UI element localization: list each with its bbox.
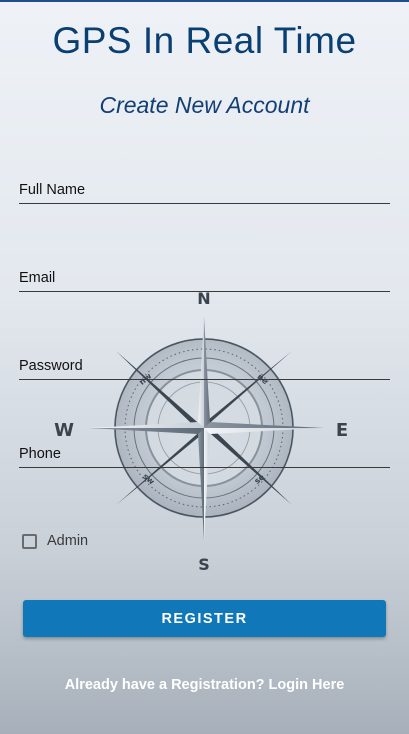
password-label: Password [19,358,83,374]
phone-field[interactable]: Phone [19,446,390,468]
admin-checkbox[interactable] [22,533,37,549]
compass-e: E [336,420,348,441]
email-label: Email [19,270,56,286]
compass-s: S [198,555,210,574]
full-name-field[interactable]: Full Name [19,182,390,204]
register-button[interactable]: REGISTER [23,600,386,637]
admin-checkbox-row[interactable]: Admin [22,533,88,549]
compass-icon: N S E W nw ne sw se [54,289,348,574]
admin-label: Admin [47,533,89,549]
email-field[interactable]: Email [19,270,390,292]
password-field[interactable]: Password [19,358,390,380]
full-name-label: Full Name [19,182,86,198]
app-title: GPS In Real Time [52,20,357,61]
email-underline [19,291,390,292]
full-name-underline [19,203,390,204]
page-subtitle: Create New Account [99,92,310,118]
phone-label: Phone [19,446,61,462]
phone-underline [19,467,390,468]
compass-w: W [54,420,74,441]
login-link[interactable]: Already have a Registration? Login Here [0,677,409,693]
password-underline [19,379,390,380]
